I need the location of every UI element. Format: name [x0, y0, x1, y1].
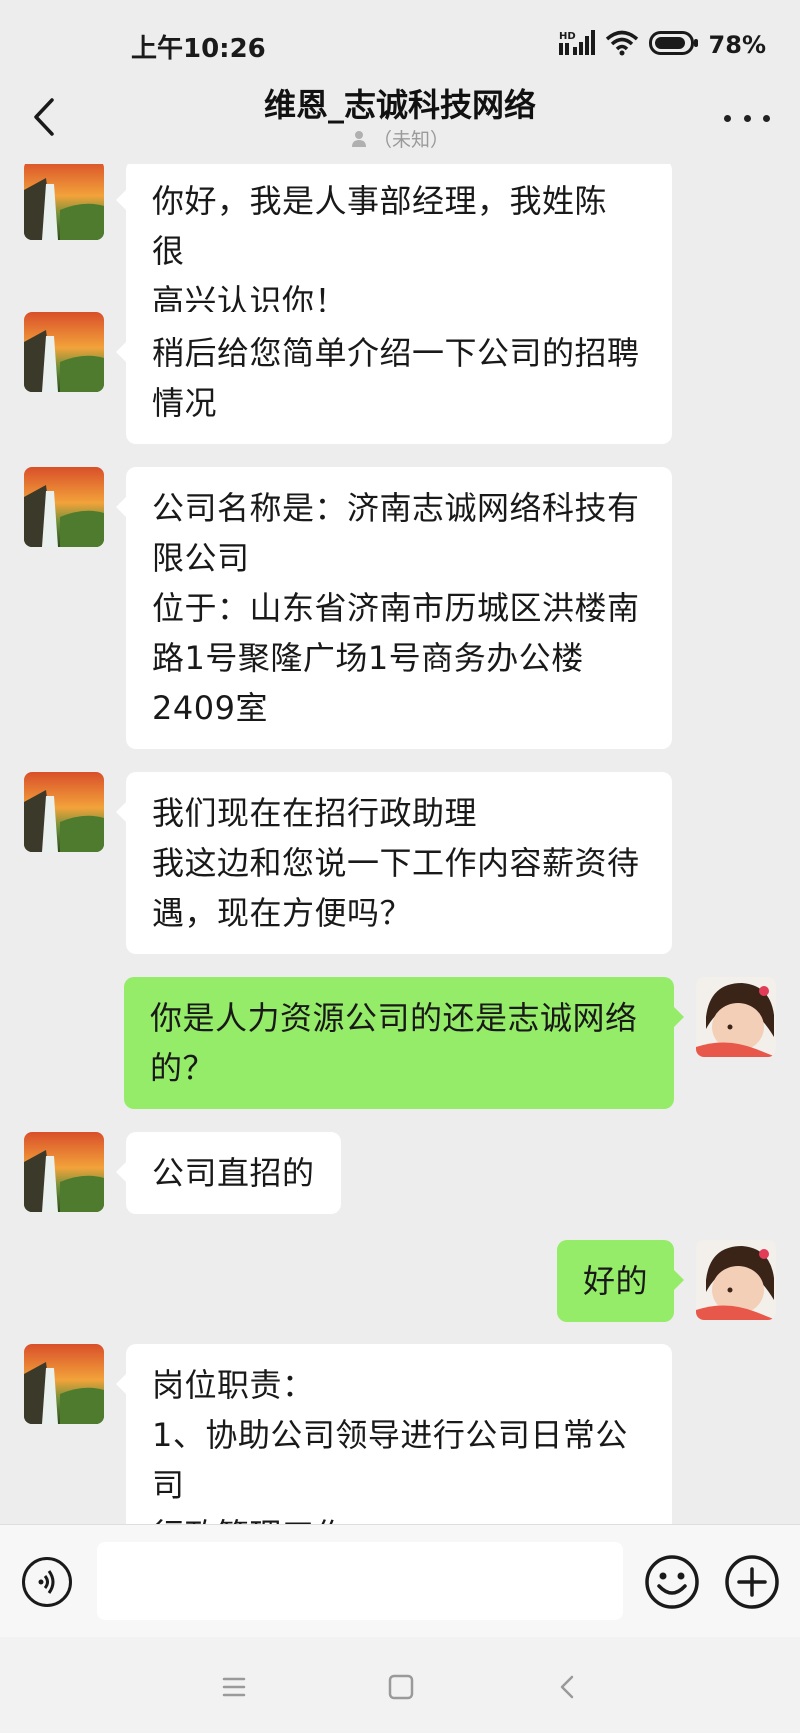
baby-avatar-image [696, 977, 776, 1057]
battery-icon [648, 30, 699, 60]
menu-button[interactable] [214, 1667, 254, 1707]
waterfall-avatar-image [24, 772, 104, 852]
message-input[interactable] [97, 1542, 623, 1620]
emoji-button[interactable] [644, 1554, 700, 1610]
more-dots-icon [724, 114, 731, 122]
input-bar [0, 1524, 800, 1637]
message-bubble-incoming[interactable]: 稍后给您简单介绍一下公司的招聘 情况 [116, 312, 672, 444]
plus-icon [725, 1555, 779, 1609]
my-avatar[interactable] [696, 977, 776, 1057]
waterfall-avatar-image [24, 312, 104, 392]
status-time: 上午10:26 [131, 34, 266, 64]
message-bubble-incoming[interactable]: 公司名称是：济南志诚网络科技有 限公司 位于：山东省济南市历城区洪楼南 路1号聚… [116, 467, 672, 749]
signal-icon: HD [558, 29, 595, 61]
contact-avatar[interactable] [24, 164, 104, 240]
more-button[interactable] [724, 110, 770, 126]
my-avatar[interactable] [696, 1240, 776, 1320]
contact-avatar[interactable] [24, 312, 104, 392]
chat-header: 维恩_志诚科技网络 （未知） [0, 72, 800, 164]
chat-title: 维恩_志诚科技网络 [263, 86, 536, 124]
home-button[interactable] [381, 1667, 421, 1707]
contact-avatar[interactable] [24, 1344, 104, 1424]
wifi-icon [605, 30, 639, 60]
battery-percent: 78% [708, 31, 766, 59]
message-bubble-outgoing[interactable]: 你是人力资源公司的还是志诚网络 的？ [124, 977, 684, 1109]
message-list[interactable]: 你好，我是人事部经理，我姓陈 很 高兴认识你！ 稍后给您简单介绍一下公司的招聘 … [0, 164, 800, 1524]
message-bubble-outgoing[interactable]: 好的 [556, 1240, 685, 1322]
back-triangle-icon [560, 1675, 574, 1699]
message-bubble-incoming[interactable]: 岗位职责： 1、协助公司领导进行公司日常公司 行政管理工作； 2、协助公司行政经… [116, 1344, 672, 1524]
contact-avatar[interactable] [24, 772, 104, 852]
waterfall-avatar-image [24, 1344, 104, 1424]
contact-avatar[interactable] [24, 1132, 104, 1212]
waterfall-avatar-image [24, 467, 104, 547]
system-nav-bar [0, 1637, 800, 1733]
waterfall-avatar-image [24, 164, 104, 240]
contact-avatar[interactable] [24, 467, 104, 547]
system-back-button[interactable] [548, 1667, 588, 1707]
message-bubble-incoming[interactable]: 公司直招的 [116, 1132, 341, 1214]
chat-subtitle: （未知） [0, 125, 800, 152]
person-icon [351, 130, 366, 147]
more-functions-button[interactable] [724, 1554, 780, 1610]
menu-icon [222, 1677, 246, 1697]
subtitle-text: （未知） [372, 129, 449, 151]
home-square-icon [388, 1674, 414, 1700]
more-dot [763, 114, 770, 122]
emoji-icon [645, 1555, 699, 1609]
voice-button[interactable] [22, 1557, 72, 1607]
status-icons: HD 78% [558, 28, 766, 62]
message-bubble-incoming[interactable]: 我们现在在招行政助理 我这边和您说一下工作内容薪资待 遇，现在方便吗？ [116, 772, 672, 954]
network-label: HD [559, 31, 576, 42]
voice-icon [38, 1570, 55, 1594]
baby-avatar-image [696, 1240, 776, 1320]
more-dot [743, 114, 751, 122]
waterfall-avatar-image [24, 1132, 104, 1212]
